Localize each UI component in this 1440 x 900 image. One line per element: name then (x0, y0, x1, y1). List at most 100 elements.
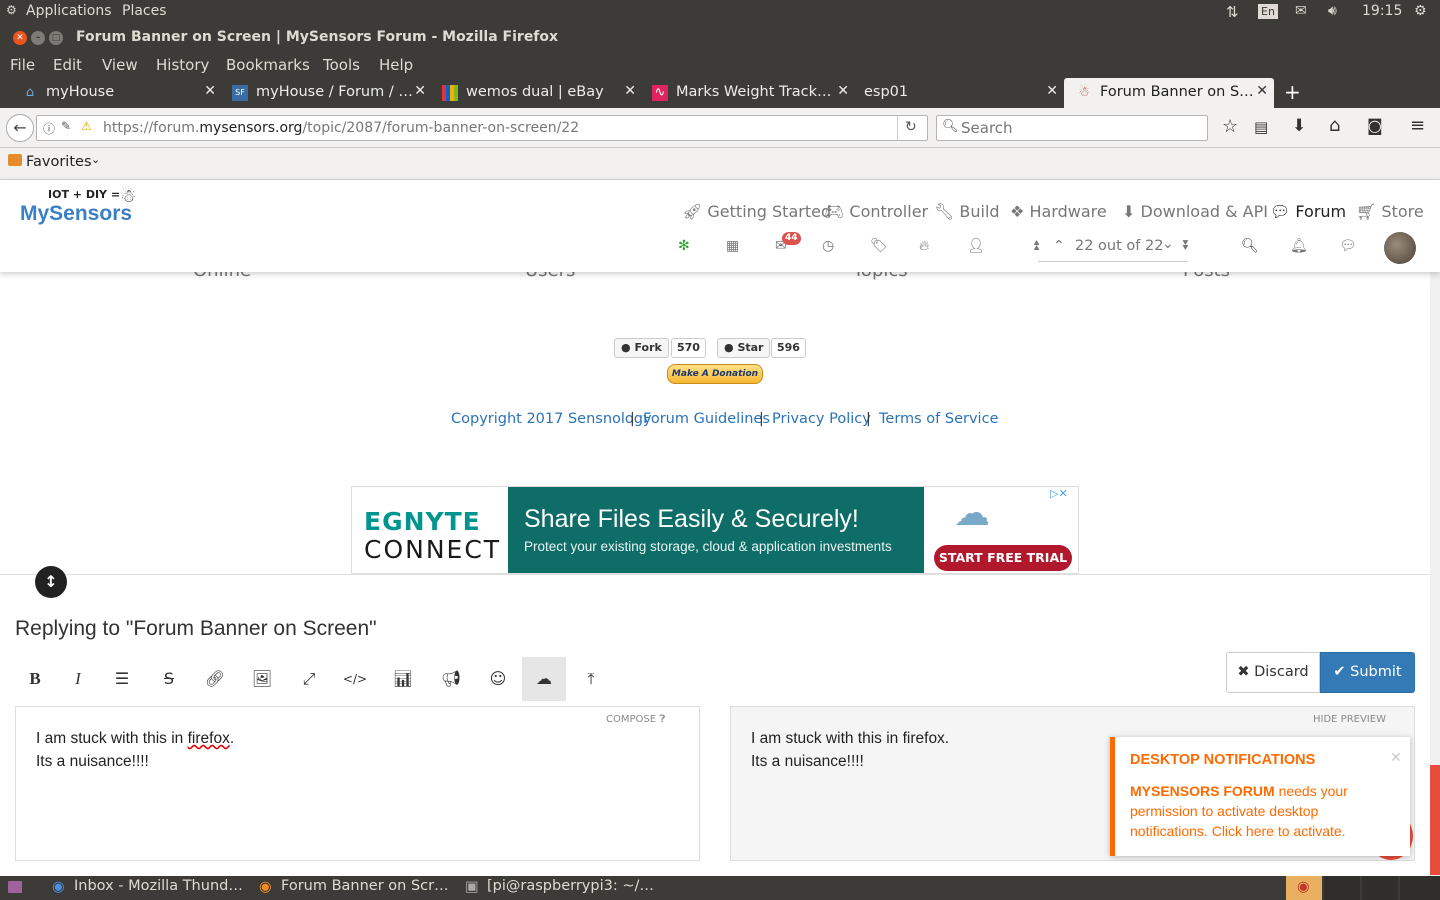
pagination-text[interactable]: 22 out of 22 (1075, 238, 1163, 254)
back-icon[interactable]: ← (6, 114, 34, 142)
tab-myhouse[interactable]: ⌂ myHouse ✕ (10, 78, 222, 108)
info-icon[interactable]: ⓘ (43, 120, 55, 137)
bookmark-star-icon[interactable]: ☆ (1222, 116, 1238, 137)
menu-edit[interactable]: Edit (53, 56, 82, 74)
permissions-icon[interactable]: ✎ (61, 119, 71, 133)
page-scrollbar[interactable] (1430, 180, 1440, 876)
github-star-button[interactable]: ● Star (717, 338, 771, 358)
url-bar[interactable]: ⓘ ✎ ⚠ https://forum.mysensors.org/topic/… (36, 115, 928, 141)
image-icon[interactable]: 🖼︎ (240, 657, 284, 701)
tab-weight-tracker[interactable]: ∿ Marks Weight Track… ✕ (640, 78, 855, 108)
reload-icon[interactable]: ↻ (905, 119, 917, 135)
workspace-4[interactable] (1400, 876, 1440, 900)
chevron-up-icon[interactable]: ⌃ (1053, 238, 1065, 254)
tab-esp01[interactable]: esp01 ✕ (852, 78, 1064, 108)
list-icon[interactable]: ☰ (100, 657, 144, 701)
ad-cta-button[interactable]: START FREE TRIAL (934, 545, 1072, 571)
desktop-notification-toast[interactable]: DESKTOP NOTIFICATIONS ✕ MYSENSORS FORUM … (1110, 737, 1410, 856)
clock[interactable]: 19:15 (1362, 3, 1402, 19)
resize-handle-icon[interactable]: ↕ (35, 566, 67, 598)
applications-menu[interactable]: Applications (26, 3, 112, 19)
close-tab-icon[interactable]: ✕ (1046, 83, 1058, 99)
footer-copyright-link[interactable]: Copyright 2017 Sensnology (451, 411, 652, 427)
italic-icon[interactable]: I (56, 657, 100, 701)
mail-icon[interactable]: ✉ (1295, 3, 1307, 19)
fullscreen-icon[interactable]: ⤢ (287, 657, 331, 701)
menu-tools[interactable]: Tools (323, 56, 360, 74)
first-page-icon[interactable]: ⏫︎ (1032, 238, 1039, 254)
maximize-window-icon[interactable]: □ (49, 31, 63, 45)
nav-controller[interactable]: 🎮︎ Controller (824, 202, 928, 221)
recent-clock-icon[interactable]: ◷ (822, 238, 834, 254)
chevron-down-icon[interactable]: ⌄ (1162, 236, 1174, 252)
close-tab-icon[interactable]: ✕ (1256, 83, 1268, 99)
categories-icon[interactable]: ✻ (678, 238, 690, 254)
hide-preview-link[interactable]: HIDE PREVIEW (1313, 714, 1386, 725)
code-icon[interactable]: </> (333, 657, 377, 701)
new-tab-icon[interactable]: + (1284, 80, 1301, 104)
workspace-switcher[interactable]: ◉ (1286, 876, 1322, 900)
favorites-folder[interactable]: Favorites (26, 154, 92, 170)
close-tab-icon[interactable]: ✕ (204, 83, 216, 99)
taskbar-firefox[interactable]: ◉ Forum Banner on Scr… (253, 876, 453, 900)
menu-view[interactable]: View (102, 56, 138, 74)
menu-history[interactable]: History (156, 56, 209, 74)
downloads-icon[interactable]: ⬇ (1292, 116, 1306, 136)
menu-file[interactable]: File (10, 56, 35, 74)
keyboard-layout[interactable]: En (1258, 4, 1278, 19)
network-icon[interactable]: ⇅ (1226, 3, 1239, 21)
nav-hardware[interactable]: ❖ Hardware (1010, 202, 1107, 221)
ad-banner[interactable]: EGNYTE CONNECT Share Files Easily & Secu… (351, 486, 1079, 574)
popular-fire-icon[interactable]: 🔥︎ (919, 238, 929, 254)
grid-icon[interactable]: ▦ (726, 238, 739, 254)
show-desktop-icon[interactable] (8, 881, 22, 893)
avatar[interactable] (1384, 232, 1416, 264)
last-page-icon[interactable]: ⏬︎ (1183, 238, 1190, 254)
star-count[interactable]: 596 (771, 338, 806, 358)
nav-store[interactable]: 🛒︎ Store (1356, 202, 1424, 221)
menu-bookmarks[interactable]: Bookmarks (226, 56, 310, 74)
taskbar-thunderbird[interactable]: ◉ Inbox - Mozilla Thund… (46, 876, 246, 900)
users-icon[interactable]: 👤︎ (967, 238, 985, 254)
bar-chart-icon[interactable]: 📊︎ (381, 657, 425, 701)
workspace-2[interactable] (1324, 876, 1360, 900)
upload-icon[interactable]: ⤒ (569, 657, 613, 701)
strikethrough-icon[interactable]: S (147, 657, 191, 701)
warning-lock-icon[interactable]: ⚠ (81, 119, 92, 133)
cloud-upload-icon[interactable]: ☁ (522, 657, 566, 701)
reading-list-icon[interactable]: ▤ (1254, 118, 1268, 136)
compose-textarea[interactable]: COMPOSE ❓︎ I am stuck with this in firef… (15, 706, 700, 861)
emoji-icon[interactable]: ☺ (476, 657, 520, 701)
fork-count[interactable]: 570 (671, 338, 706, 358)
tab-myhouse-forum[interactable]: SF myHouse / Forum / … ✕ (220, 78, 432, 108)
footer-terms-link[interactable]: Terms of Service (879, 411, 998, 427)
chat-icon[interactable]: 💬︎ (1339, 238, 1357, 254)
close-window-icon[interactable]: ✕ (13, 31, 27, 45)
footer-guidelines-link[interactable]: Forum Guidelines (643, 411, 770, 427)
close-tab-icon[interactable]: ✕ (837, 83, 849, 99)
bell-icon[interactable]: 🔔︎ (1290, 238, 1308, 254)
tags-icon[interactable]: 🏷︎ (870, 238, 888, 254)
close-tab-icon[interactable]: ✕ (414, 83, 426, 99)
settings-gear-icon[interactable]: ⚙ (1414, 3, 1427, 19)
bold-icon[interactable]: B (13, 657, 57, 701)
mysensors-logo[interactable]: IOT + DIY = MySensors ☃ (20, 186, 142, 236)
hamburger-menu-icon[interactable]: ≡ (1410, 115, 1425, 136)
volume-icon[interactable]: 🔊︎ (1328, 3, 1337, 19)
nav-getting-started[interactable]: 🚀︎ Getting Started (682, 202, 831, 221)
home-icon[interactable]: ⌂ (1329, 115, 1340, 136)
scrollbar-thumb[interactable] (1430, 765, 1440, 875)
megaphone-icon[interactable]: 📢︎ (429, 657, 473, 701)
places-menu[interactable]: Places (122, 3, 167, 19)
nav-forum[interactable]: 💬︎ Forum (1270, 202, 1346, 221)
search-field[interactable]: 🔍︎ Search (936, 115, 1208, 141)
taskbar-terminal[interactable]: ▣ [pi@raspberrypi3: ~/… (459, 876, 659, 900)
pocket-icon[interactable]: ◙ (1367, 116, 1383, 135)
tab-ebay[interactable]: wemos dual | eBay ✕ (430, 78, 642, 108)
nav-build[interactable]: 🔧︎ Build (934, 202, 1000, 221)
nav-download-api[interactable]: ⬇ Download & API (1122, 202, 1268, 221)
minimize-window-icon[interactable]: – (31, 31, 45, 45)
footer-privacy-link[interactable]: Privacy Policy (772, 411, 871, 427)
close-tab-icon[interactable]: ✕ (624, 83, 636, 99)
adchoices-icon[interactable]: ▷✕ (1050, 487, 1068, 500)
